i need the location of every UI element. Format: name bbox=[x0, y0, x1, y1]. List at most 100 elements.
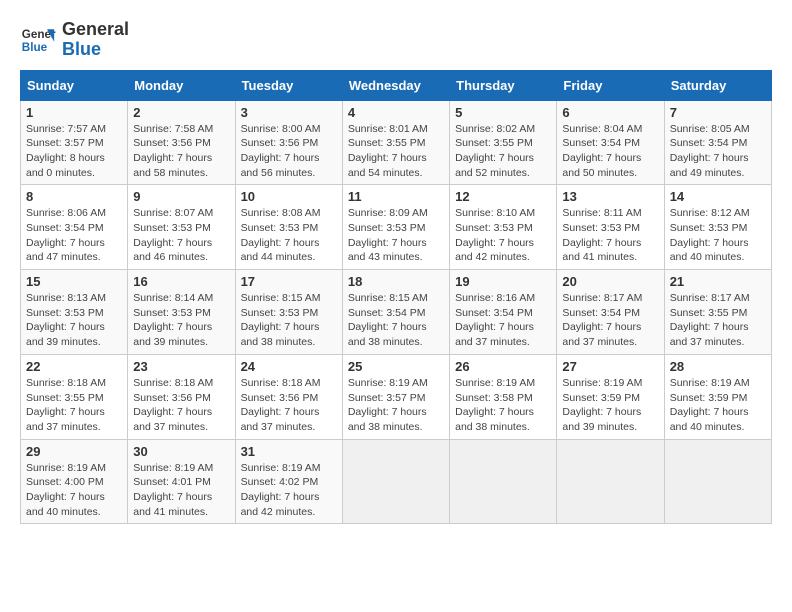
day-number: 19 bbox=[455, 274, 551, 289]
day-info: Sunrise: 8:15 AM Sunset: 3:54 PM Dayligh… bbox=[348, 291, 444, 350]
calendar-cell: 12 Sunrise: 8:10 AM Sunset: 3:53 PM Dayl… bbox=[450, 185, 557, 270]
day-info: Sunrise: 8:04 AM Sunset: 3:54 PM Dayligh… bbox=[562, 122, 658, 181]
day-number: 1 bbox=[26, 105, 122, 120]
day-info: Sunrise: 8:19 AM Sunset: 4:01 PM Dayligh… bbox=[133, 461, 229, 520]
day-info: Sunrise: 8:18 AM Sunset: 3:56 PM Dayligh… bbox=[241, 376, 337, 435]
day-number: 25 bbox=[348, 359, 444, 374]
calendar-cell: 7 Sunrise: 8:05 AM Sunset: 3:54 PM Dayli… bbox=[664, 100, 771, 185]
calendar-cell: 28 Sunrise: 8:19 AM Sunset: 3:59 PM Dayl… bbox=[664, 354, 771, 439]
calendar-cell: 21 Sunrise: 8:17 AM Sunset: 3:55 PM Dayl… bbox=[664, 270, 771, 355]
day-info: Sunrise: 8:12 AM Sunset: 3:53 PM Dayligh… bbox=[670, 206, 766, 265]
calendar-cell: 22 Sunrise: 8:18 AM Sunset: 3:55 PM Dayl… bbox=[21, 354, 128, 439]
calendar-cell: 18 Sunrise: 8:15 AM Sunset: 3:54 PM Dayl… bbox=[342, 270, 449, 355]
weekday-header-row: SundayMondayTuesdayWednesdayThursdayFrid… bbox=[21, 70, 772, 100]
day-number: 28 bbox=[670, 359, 766, 374]
day-info: Sunrise: 7:58 AM Sunset: 3:56 PM Dayligh… bbox=[133, 122, 229, 181]
day-number: 14 bbox=[670, 189, 766, 204]
calendar-cell: 13 Sunrise: 8:11 AM Sunset: 3:53 PM Dayl… bbox=[557, 185, 664, 270]
day-number: 16 bbox=[133, 274, 229, 289]
day-number: 7 bbox=[670, 105, 766, 120]
calendar-cell: 16 Sunrise: 8:14 AM Sunset: 3:53 PM Dayl… bbox=[128, 270, 235, 355]
day-number: 12 bbox=[455, 189, 551, 204]
calendar-week-row: 8 Sunrise: 8:06 AM Sunset: 3:54 PM Dayli… bbox=[21, 185, 772, 270]
day-number: 26 bbox=[455, 359, 551, 374]
day-info: Sunrise: 8:17 AM Sunset: 3:55 PM Dayligh… bbox=[670, 291, 766, 350]
weekday-wednesday: Wednesday bbox=[342, 70, 449, 100]
calendar-cell: 31 Sunrise: 8:19 AM Sunset: 4:02 PM Dayl… bbox=[235, 439, 342, 524]
day-info: Sunrise: 8:00 AM Sunset: 3:56 PM Dayligh… bbox=[241, 122, 337, 181]
calendar-cell: 15 Sunrise: 8:13 AM Sunset: 3:53 PM Dayl… bbox=[21, 270, 128, 355]
calendar-cell: 8 Sunrise: 8:06 AM Sunset: 3:54 PM Dayli… bbox=[21, 185, 128, 270]
calendar-cell: 17 Sunrise: 8:15 AM Sunset: 3:53 PM Dayl… bbox=[235, 270, 342, 355]
day-info: Sunrise: 8:17 AM Sunset: 3:54 PM Dayligh… bbox=[562, 291, 658, 350]
calendar-cell: 14 Sunrise: 8:12 AM Sunset: 3:53 PM Dayl… bbox=[664, 185, 771, 270]
day-info: Sunrise: 8:19 AM Sunset: 3:58 PM Dayligh… bbox=[455, 376, 551, 435]
calendar-cell: 20 Sunrise: 8:17 AM Sunset: 3:54 PM Dayl… bbox=[557, 270, 664, 355]
calendar-week-row: 22 Sunrise: 8:18 AM Sunset: 3:55 PM Dayl… bbox=[21, 354, 772, 439]
calendar-week-row: 15 Sunrise: 8:13 AM Sunset: 3:53 PM Dayl… bbox=[21, 270, 772, 355]
calendar-cell bbox=[664, 439, 771, 524]
day-number: 23 bbox=[133, 359, 229, 374]
day-info: Sunrise: 8:19 AM Sunset: 4:00 PM Dayligh… bbox=[26, 461, 122, 520]
day-info: Sunrise: 8:13 AM Sunset: 3:53 PM Dayligh… bbox=[26, 291, 122, 350]
weekday-tuesday: Tuesday bbox=[235, 70, 342, 100]
logo: General Blue General Blue bbox=[20, 20, 129, 60]
day-info: Sunrise: 8:19 AM Sunset: 3:59 PM Dayligh… bbox=[562, 376, 658, 435]
calendar-cell: 29 Sunrise: 8:19 AM Sunset: 4:00 PM Dayl… bbox=[21, 439, 128, 524]
weekday-thursday: Thursday bbox=[450, 70, 557, 100]
calendar-cell bbox=[450, 439, 557, 524]
day-info: Sunrise: 8:15 AM Sunset: 3:53 PM Dayligh… bbox=[241, 291, 337, 350]
calendar-cell: 27 Sunrise: 8:19 AM Sunset: 3:59 PM Dayl… bbox=[557, 354, 664, 439]
day-number: 4 bbox=[348, 105, 444, 120]
day-info: Sunrise: 8:07 AM Sunset: 3:53 PM Dayligh… bbox=[133, 206, 229, 265]
day-number: 24 bbox=[241, 359, 337, 374]
day-number: 9 bbox=[133, 189, 229, 204]
day-number: 11 bbox=[348, 189, 444, 204]
day-info: Sunrise: 8:19 AM Sunset: 3:59 PM Dayligh… bbox=[670, 376, 766, 435]
day-number: 21 bbox=[670, 274, 766, 289]
day-info: Sunrise: 8:06 AM Sunset: 3:54 PM Dayligh… bbox=[26, 206, 122, 265]
calendar-cell: 26 Sunrise: 8:19 AM Sunset: 3:58 PM Dayl… bbox=[450, 354, 557, 439]
day-info: Sunrise: 7:57 AM Sunset: 3:57 PM Dayligh… bbox=[26, 122, 122, 181]
calendar-cell: 4 Sunrise: 8:01 AM Sunset: 3:55 PM Dayli… bbox=[342, 100, 449, 185]
calendar-cell: 5 Sunrise: 8:02 AM Sunset: 3:55 PM Dayli… bbox=[450, 100, 557, 185]
svg-text:Blue: Blue bbox=[22, 41, 48, 54]
calendar-cell: 6 Sunrise: 8:04 AM Sunset: 3:54 PM Dayli… bbox=[557, 100, 664, 185]
calendar-cell: 10 Sunrise: 8:08 AM Sunset: 3:53 PM Dayl… bbox=[235, 185, 342, 270]
calendar-cell: 11 Sunrise: 8:09 AM Sunset: 3:53 PM Dayl… bbox=[342, 185, 449, 270]
day-info: Sunrise: 8:10 AM Sunset: 3:53 PM Dayligh… bbox=[455, 206, 551, 265]
calendar-cell: 3 Sunrise: 8:00 AM Sunset: 3:56 PM Dayli… bbox=[235, 100, 342, 185]
calendar-cell: 25 Sunrise: 8:19 AM Sunset: 3:57 PM Dayl… bbox=[342, 354, 449, 439]
weekday-saturday: Saturday bbox=[664, 70, 771, 100]
calendar-week-row: 29 Sunrise: 8:19 AM Sunset: 4:00 PM Dayl… bbox=[21, 439, 772, 524]
day-number: 18 bbox=[348, 274, 444, 289]
calendar-cell: 19 Sunrise: 8:16 AM Sunset: 3:54 PM Dayl… bbox=[450, 270, 557, 355]
logo-text: General Blue bbox=[62, 20, 129, 60]
day-info: Sunrise: 8:08 AM Sunset: 3:53 PM Dayligh… bbox=[241, 206, 337, 265]
calendar-cell: 23 Sunrise: 8:18 AM Sunset: 3:56 PM Dayl… bbox=[128, 354, 235, 439]
day-number: 17 bbox=[241, 274, 337, 289]
day-number: 13 bbox=[562, 189, 658, 204]
day-info: Sunrise: 8:16 AM Sunset: 3:54 PM Dayligh… bbox=[455, 291, 551, 350]
day-number: 8 bbox=[26, 189, 122, 204]
day-info: Sunrise: 8:02 AM Sunset: 3:55 PM Dayligh… bbox=[455, 122, 551, 181]
day-number: 3 bbox=[241, 105, 337, 120]
day-number: 27 bbox=[562, 359, 658, 374]
day-info: Sunrise: 8:01 AM Sunset: 3:55 PM Dayligh… bbox=[348, 122, 444, 181]
day-info: Sunrise: 8:05 AM Sunset: 3:54 PM Dayligh… bbox=[670, 122, 766, 181]
day-number: 15 bbox=[26, 274, 122, 289]
day-info: Sunrise: 8:19 AM Sunset: 4:02 PM Dayligh… bbox=[241, 461, 337, 520]
calendar-cell bbox=[557, 439, 664, 524]
day-number: 2 bbox=[133, 105, 229, 120]
calendar-cell: 30 Sunrise: 8:19 AM Sunset: 4:01 PM Dayl… bbox=[128, 439, 235, 524]
day-number: 10 bbox=[241, 189, 337, 204]
day-info: Sunrise: 8:18 AM Sunset: 3:56 PM Dayligh… bbox=[133, 376, 229, 435]
calendar-cell bbox=[342, 439, 449, 524]
calendar-cell: 24 Sunrise: 8:18 AM Sunset: 3:56 PM Dayl… bbox=[235, 354, 342, 439]
calendar-cell: 1 Sunrise: 7:57 AM Sunset: 3:57 PM Dayli… bbox=[21, 100, 128, 185]
day-info: Sunrise: 8:19 AM Sunset: 3:57 PM Dayligh… bbox=[348, 376, 444, 435]
calendar-week-row: 1 Sunrise: 7:57 AM Sunset: 3:57 PM Dayli… bbox=[21, 100, 772, 185]
calendar-table: SundayMondayTuesdayWednesdayThursdayFrid… bbox=[20, 70, 772, 525]
day-number: 31 bbox=[241, 444, 337, 459]
day-number: 20 bbox=[562, 274, 658, 289]
